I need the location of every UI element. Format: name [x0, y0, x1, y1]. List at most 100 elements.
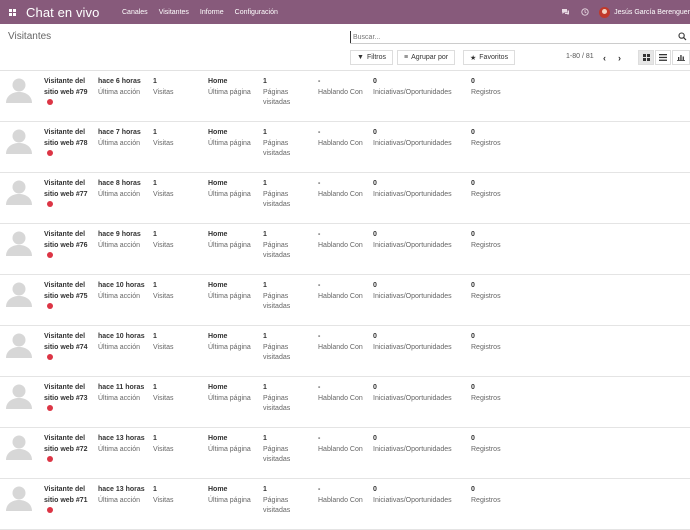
visits-label: Visitas — [153, 394, 174, 402]
leads-label: Iniciativas/Oportunidades — [373, 88, 452, 96]
search-icon[interactable] — [678, 32, 687, 41]
records-count: 0 — [471, 384, 475, 391]
records-count: 0 — [471, 333, 475, 340]
visitor-record[interactable]: Visitante del sitio web #79 hace 6 horas… — [0, 71, 690, 122]
last-page-cell: Home Última página — [208, 332, 258, 353]
last-action-cell: hace 6 horas Última acción — [98, 77, 148, 98]
visitor-record[interactable]: Visitante del sitio web #77 hace 8 horas… — [0, 173, 690, 224]
leads-cell: 0 Iniciativas/Oportunidades — [373, 179, 468, 200]
visitor-record[interactable]: Visitante del sitio web #71 hace 13 hora… — [0, 479, 690, 530]
visitor-avatar-icon — [6, 486, 32, 511]
visitor-avatar-icon — [6, 129, 32, 154]
leads-cell: 0 Iniciativas/Oportunidades — [373, 77, 468, 98]
visits-cell: 1 Visitas — [153, 128, 203, 149]
pager-value[interactable]: 1-80 / 81 — [566, 53, 594, 60]
visitor-avatar-icon — [6, 231, 32, 256]
talking-with-cell: - Hablando Con — [318, 485, 368, 506]
top-navbar: Chat en vivo Canales Visitantes Informe … — [0, 0, 690, 24]
records-count: 0 — [471, 486, 475, 493]
last-page-cell: Home Última página — [208, 485, 258, 506]
records-cell: 0 Registros — [471, 485, 531, 506]
talking-with-label: Hablando Con — [318, 394, 363, 402]
pager-previous-button[interactable]: ‹ — [598, 50, 611, 65]
last-action-time: hace 6 horas — [98, 78, 141, 85]
visits-count: 1 — [153, 78, 157, 85]
visitor-name: Visitante del sitio web #73 — [44, 384, 88, 402]
group-by-label: Agrupar por — [411, 54, 449, 61]
visitor-record[interactable]: Visitante del sitio web #75 hace 10 hora… — [0, 275, 690, 326]
leads-count: 0 — [373, 231, 377, 238]
navbar-systray: Jesús García Berenguer — [559, 0, 690, 24]
records-cell: 0 Registros — [471, 230, 531, 251]
menu-item-report[interactable]: Informe — [200, 9, 224, 16]
apps-menu-icon[interactable] — [4, 0, 20, 24]
favorites-label: Favoritos — [479, 54, 509, 61]
last-action-cell: hace 10 horas Última acción — [98, 281, 148, 302]
pages-visited-cell: 1 Páginas visitadas — [263, 281, 313, 313]
records-cell: 0 Registros — [471, 77, 531, 98]
records-cell: 0 Registros — [471, 128, 531, 149]
visitor-record[interactable]: Visitante del sitio web #74 hace 10 hora… — [0, 326, 690, 377]
pages-visited-cell: 1 Páginas visitadas — [263, 179, 313, 211]
last-action-time: hace 7 horas — [98, 129, 141, 136]
last-page-value: Home — [208, 333, 228, 340]
menu-item-channels[interactable]: Canales — [122, 9, 148, 16]
user-avatar[interactable] — [599, 6, 611, 18]
visitor-record[interactable]: Visitante del sitio web #72 hace 13 hora… — [0, 428, 690, 479]
kanban-view-button[interactable] — [638, 50, 654, 65]
favorites-button[interactable]: ★ Favoritos — [463, 50, 516, 65]
pager-next-button[interactable]: › — [613, 50, 626, 65]
leads-count: 0 — [373, 282, 377, 289]
last-action-time: hace 13 horas — [98, 435, 145, 442]
status-dot — [47, 98, 53, 105]
search-input[interactable] — [350, 31, 670, 43]
visitor-name-cell: Visitante del sitio web #74 — [44, 332, 96, 364]
last-page-value: Home — [208, 486, 228, 493]
leads-cell: 0 Iniciativas/Oportunidades — [373, 128, 468, 149]
pages-visited-label: Páginas visitadas — [263, 292, 291, 311]
menu-item-visitors[interactable]: Visitantes — [159, 9, 189, 16]
status-dot — [47, 404, 53, 411]
filters-button[interactable]: ▼ Filtros — [350, 50, 393, 65]
visitor-name: Visitante del sitio web #74 — [44, 333, 88, 351]
last-page-cell: Home Última página — [208, 281, 258, 302]
last-page-cell: Home Última página — [208, 179, 258, 200]
last-page-value: Home — [208, 231, 228, 238]
visitor-avatar-icon — [6, 78, 32, 103]
main-menu: Canales Visitantes Informe Configuración — [122, 9, 289, 16]
chat-icon[interactable] — [559, 6, 571, 18]
list-view-button[interactable] — [655, 50, 671, 65]
talking-with-cell: - Hablando Con — [318, 179, 368, 200]
visitor-record[interactable]: Visitante del sitio web #76 hace 9 horas… — [0, 224, 690, 275]
group-by-button[interactable]: ≡ Agrupar por — [397, 50, 456, 65]
visitor-record[interactable]: Visitante del sitio web #73 hace 11 hora… — [0, 377, 690, 428]
last-action-label: Última acción — [98, 496, 141, 504]
last-action-cell: hace 9 horas Última acción — [98, 230, 148, 251]
visitor-avatar-icon — [6, 333, 32, 358]
app-title[interactable]: Chat en vivo — [26, 5, 122, 20]
status-dot — [47, 251, 53, 258]
status-dot — [47, 149, 53, 156]
last-page-label: Última página — [208, 394, 251, 402]
clock-icon[interactable] — [579, 6, 591, 18]
leads-cell: 0 Iniciativas/Oportunidades — [373, 383, 468, 404]
menu-item-configuration[interactable]: Configuración — [235, 9, 278, 16]
visits-count: 1 — [153, 384, 157, 391]
visitor-name-cell: Visitante del sitio web #78 — [44, 128, 96, 160]
pages-visited-label: Páginas visitadas — [263, 241, 291, 260]
kanban-icon — [642, 54, 650, 61]
talking-with-value: - — [318, 282, 321, 289]
last-action-time: hace 8 horas — [98, 180, 141, 187]
records-count: 0 — [471, 129, 475, 136]
visitor-record[interactable]: Visitante del sitio web #78 hace 7 horas… — [0, 122, 690, 173]
talking-with-value: - — [318, 486, 321, 493]
user-name[interactable]: Jesús García Berenguer — [614, 9, 690, 16]
records-label: Registros — [471, 241, 501, 249]
records-cell: 0 Registros — [471, 281, 531, 302]
leads-count: 0 — [373, 180, 377, 187]
graph-view-button[interactable] — [672, 50, 690, 65]
visitor-name: Visitante del sitio web #72 — [44, 435, 88, 453]
last-action-time: hace 10 horas — [98, 333, 145, 340]
last-action-cell: hace 8 horas Última acción — [98, 179, 148, 200]
pages-visited-count: 1 — [263, 78, 267, 85]
